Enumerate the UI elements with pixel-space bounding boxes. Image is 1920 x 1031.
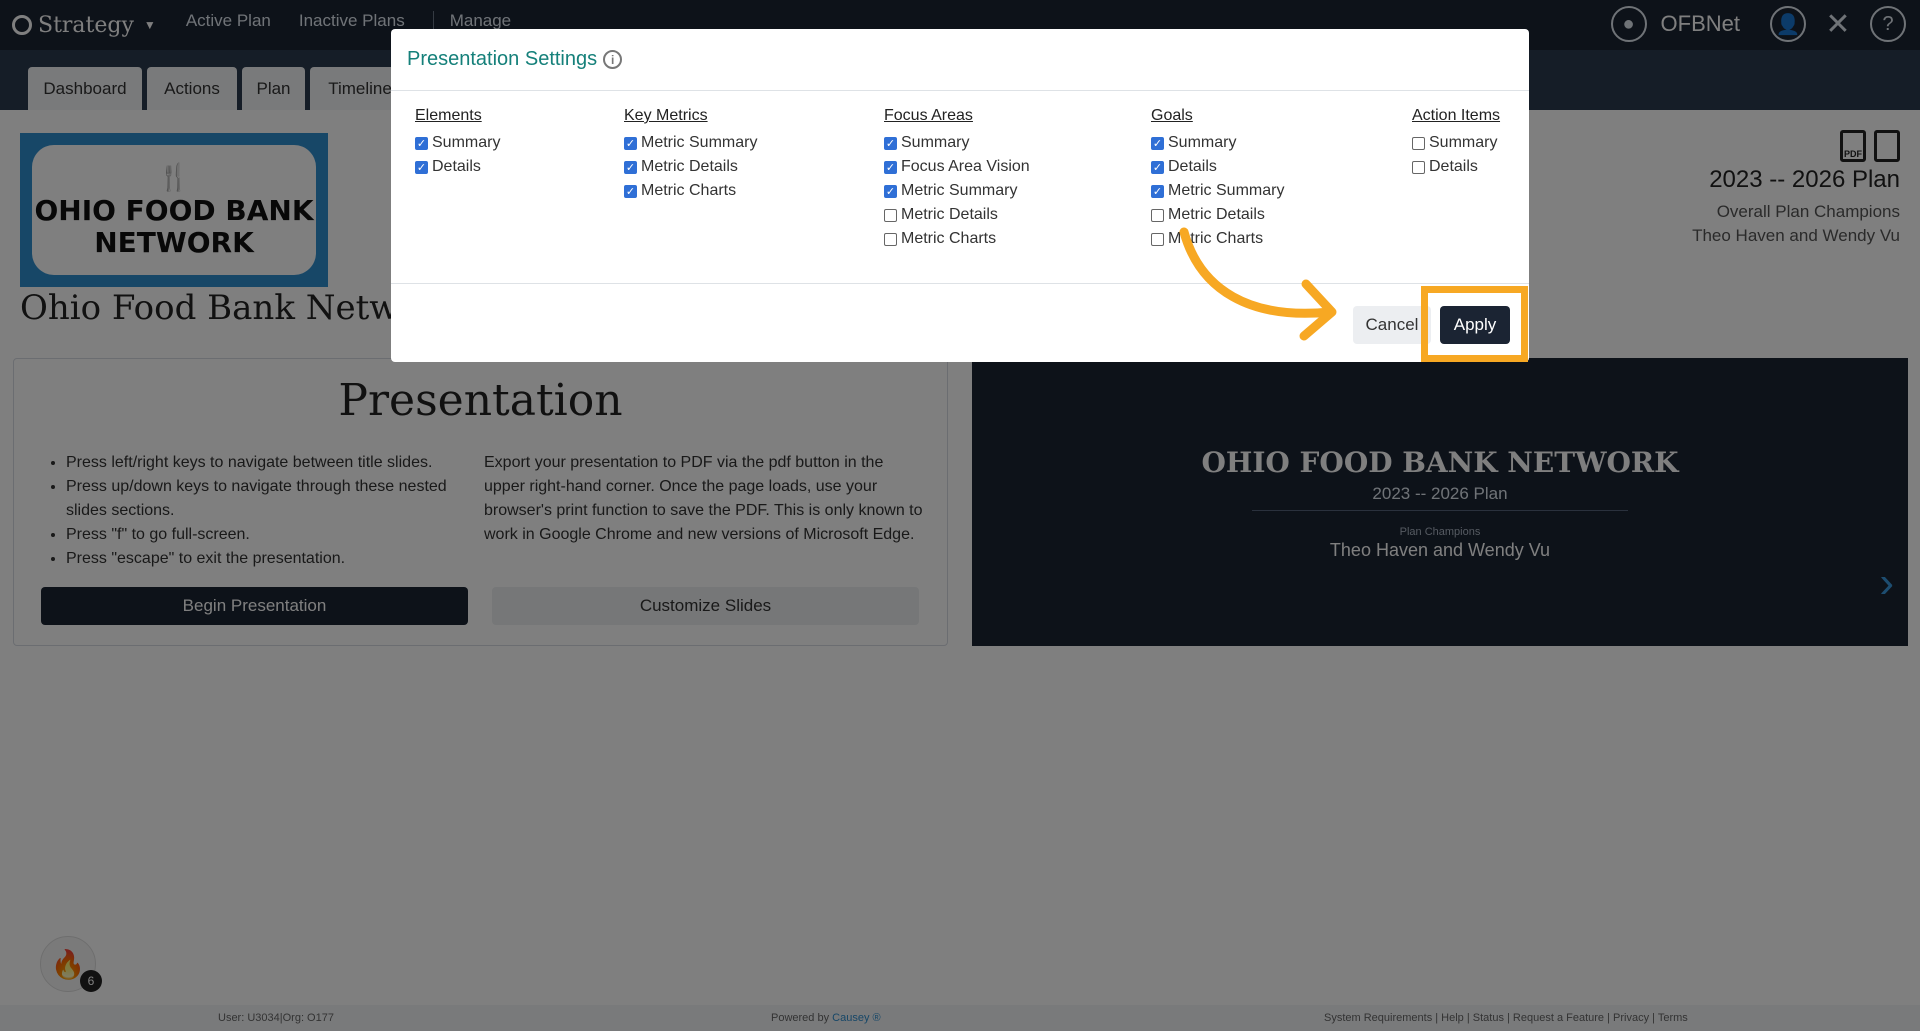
checkbox[interactable]: ✓: [1151, 136, 1164, 150]
checkbox-label: Summary: [1429, 134, 1498, 151]
checkbox[interactable]: ✓: [884, 136, 897, 150]
column-focus-areas: Focus Areas ✓ Summary ✓ Focus Area Vision …: [884, 107, 1030, 251]
checkbox-label: Details: [432, 158, 481, 175]
settings-columns: Elements ✓ Summary ✓ Details Key Metrics ✓…: [391, 107, 1529, 247]
column-elements: Elements ✓ Summary ✓ Details: [415, 107, 500, 179]
checkbox-row[interactable]: Metric Charts: [884, 227, 1030, 251]
checkbox[interactable]: ✓: [415, 136, 428, 150]
modal-title: Presentation Settings: [407, 48, 598, 70]
checkbox[interactable]: ✓: [884, 160, 897, 174]
checkbox-row[interactable]: ✓ Metric Charts: [624, 179, 757, 203]
checkbox[interactable]: ✓: [415, 160, 428, 174]
apply-highlight-box: [1421, 286, 1528, 362]
checkbox-label: Metric Summary: [1168, 182, 1285, 199]
checkbox-label: Metric Details: [901, 206, 998, 223]
checkbox-label: Metric Summary: [901, 182, 1018, 199]
checkbox-row[interactable]: ✓ Focus Area Vision: [884, 155, 1030, 179]
column-key-metrics: Key Metrics ✓ Metric Summary ✓ Metric Deta…: [624, 107, 757, 203]
checkbox-row[interactable]: ✓ Metric Summary: [624, 131, 757, 155]
checkbox-label: Metric Charts: [641, 182, 737, 199]
checkbox[interactable]: [1151, 208, 1164, 222]
column-heading: Goals: [1151, 107, 1193, 124]
cancel-button[interactable]: Cancel: [1353, 306, 1431, 344]
checkbox-label: Focus Area Vision: [901, 158, 1030, 175]
column-heading: Elements: [415, 107, 482, 124]
column-heading: Action Items: [1412, 107, 1501, 124]
checkbox[interactable]: [884, 232, 897, 246]
checkbox-label: Metric Summary: [641, 134, 758, 151]
checkbox-label: Details: [1429, 158, 1478, 175]
checkbox[interactable]: ✓: [624, 136, 637, 150]
modal-footer: Cancel Apply: [391, 283, 1529, 362]
checkbox-row[interactable]: ✓ Metric Summary: [1151, 179, 1284, 203]
checkbox-row[interactable]: ✓ Summary: [1151, 131, 1284, 155]
checkbox[interactable]: ✓: [624, 184, 637, 198]
checkbox[interactable]: ✓: [1151, 160, 1164, 174]
checkbox-label: Summary: [1168, 134, 1237, 151]
column-heading: Focus Areas: [884, 107, 973, 124]
checkbox[interactable]: ✓: [624, 160, 637, 174]
checkbox[interactable]: [1412, 136, 1425, 150]
checkbox[interactable]: [884, 208, 897, 222]
checkbox-label: Details: [1168, 158, 1217, 175]
checkbox-row[interactable]: ✓ Summary: [415, 131, 500, 155]
checkbox-row[interactable]: ✓ Metric Details: [624, 155, 757, 179]
checkbox-row[interactable]: ✓ Details: [415, 155, 500, 179]
column-heading: Key Metrics: [624, 107, 708, 124]
checkbox-row[interactable]: Summary: [1412, 131, 1500, 155]
checkbox-label: Metric Charts: [901, 230, 997, 247]
checkbox[interactable]: [1412, 160, 1425, 174]
info-icon[interactable]: i: [603, 50, 623, 69]
checkbox[interactable]: ✓: [884, 184, 897, 198]
checkbox-row[interactable]: ✓ Details: [1151, 155, 1284, 179]
checkbox-label: Summary: [901, 134, 970, 151]
checkbox[interactable]: ✓: [1151, 184, 1164, 198]
checkbox-row[interactable]: Metric Details: [884, 203, 1030, 227]
modal-header: Presentation Settings i: [391, 29, 1529, 91]
checkbox-row[interactable]: ✓ Summary: [884, 131, 1030, 155]
checkbox-row[interactable]: ✓ Metric Summary: [884, 179, 1030, 203]
checkbox-row[interactable]: Details: [1412, 155, 1500, 179]
checkbox-label: Metric Details: [641, 158, 738, 175]
checkbox-label: Summary: [432, 134, 501, 151]
column-action-items: Action Items Summary Details: [1412, 107, 1500, 179]
checkbox[interactable]: [1151, 232, 1164, 246]
presentation-settings-modal: Presentation Settings i Elements ✓ Summar…: [391, 29, 1529, 362]
pointer-arrow-icon: [1179, 227, 1337, 341]
